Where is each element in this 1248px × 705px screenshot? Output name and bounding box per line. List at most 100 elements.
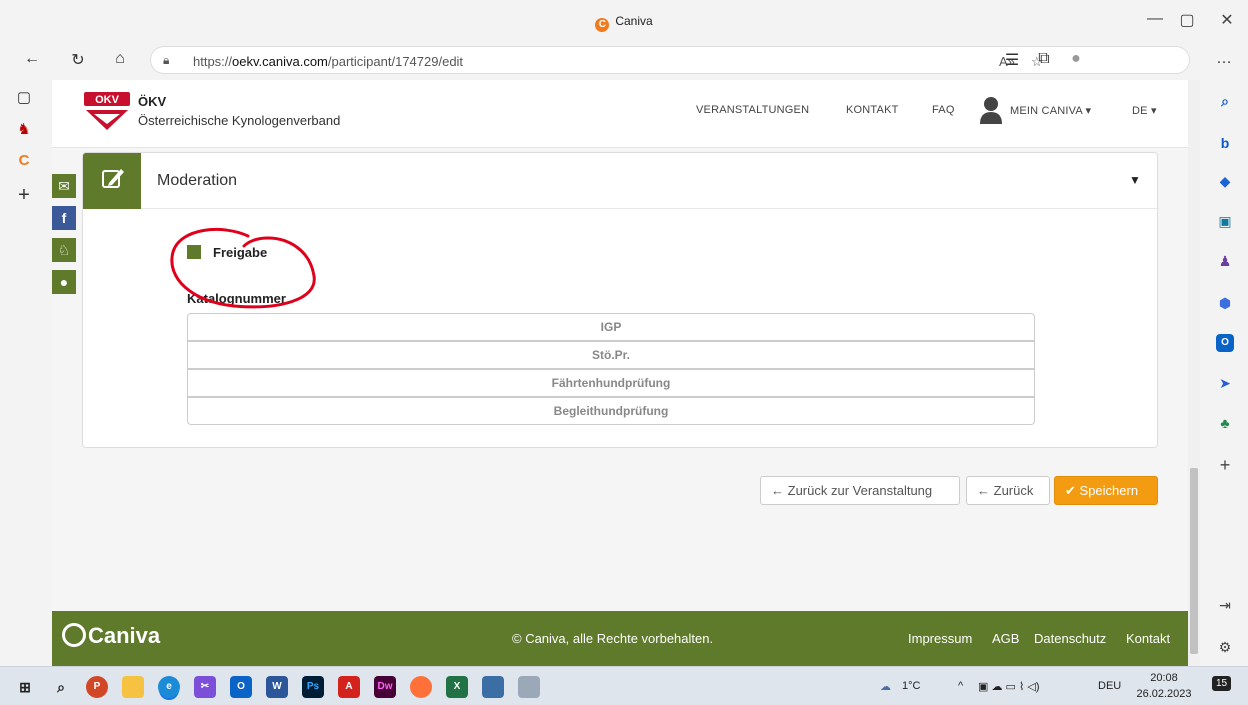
- tree-icon[interactable]: ♣: [1216, 414, 1234, 432]
- input-language[interactable]: DEU: [1098, 680, 1121, 692]
- browser-right-sidebar: ⌕ b ◆ ▣ ♟ ⬢ O ➤ ♣ + ⇥ ⚙: [1200, 80, 1248, 666]
- shopping-tag-icon[interactable]: ◆: [1216, 172, 1234, 190]
- outlook-taskbar-icon[interactable]: O: [230, 676, 252, 698]
- footer-link-datenschutz[interactable]: Datenschutz: [1034, 631, 1106, 646]
- card-icon-box: [83, 153, 141, 209]
- caniva-logo-icon: [62, 623, 86, 647]
- back-arrow-icon[interactable]: ←: [20, 50, 44, 68]
- brand-name: ÖKV: [138, 94, 167, 109]
- settings-gear-icon[interactable]: ⚙: [1216, 638, 1234, 656]
- page-scrollbar[interactable]: [1188, 80, 1200, 666]
- katalognummer-label: Katalognummer: [187, 291, 286, 306]
- user-icon[interactable]: [980, 96, 1002, 124]
- arrow-left-icon: ←: [977, 483, 990, 498]
- close-button[interactable]: ✕: [1212, 10, 1242, 30]
- brand-subtitle: Österreichische Kynologenverband: [138, 113, 341, 128]
- dreamweaver-icon[interactable]: Dw: [374, 676, 396, 698]
- mail-share-icon[interactable]: ✉: [52, 174, 76, 198]
- add-sidebar-icon[interactable]: +: [1216, 456, 1234, 474]
- clock-date[interactable]: 26.02.2023: [1134, 688, 1194, 700]
- refresh-icon[interactable]: ↻: [66, 50, 90, 70]
- caniva-tab-icon[interactable]: C: [14, 152, 34, 172]
- svg-text:OKV: OKV: [95, 94, 120, 106]
- browser-left-sidebar: ▢ ♞ C +: [0, 80, 48, 666]
- list-item-begleithund[interactable]: Begleithundprüfung: [187, 397, 1035, 425]
- nav-faq[interactable]: FAQ: [932, 104, 955, 116]
- footer-link-agb[interactable]: AGB: [992, 631, 1019, 646]
- edit-icon: [102, 169, 124, 188]
- more-menu-icon[interactable]: …: [1212, 50, 1236, 68]
- file-explorer-icon[interactable]: [122, 676, 144, 698]
- footer-logo[interactable]: Caniva: [62, 623, 160, 649]
- url-text: https://oekv.caniva.com/participant/1747…: [193, 54, 464, 69]
- footer-link-kontakt[interactable]: Kontakt: [1126, 631, 1170, 646]
- nav-veranstaltungen[interactable]: VERANSTALTUNGEN: [696, 104, 809, 116]
- taskbar-search-icon[interactable]: ⌕: [50, 676, 72, 698]
- minimize-button[interactable]: —: [1140, 10, 1170, 28]
- excel-icon[interactable]: X: [446, 676, 468, 698]
- games-icon[interactable]: ♟: [1216, 252, 1234, 270]
- restore-button[interactable]: ▢: [1172, 10, 1202, 30]
- nav-mein-caniva[interactable]: MEIN CANIVA ▾: [1010, 104, 1091, 117]
- window-title: C Caniva: [0, 14, 1248, 32]
- nav-kontakt[interactable]: KONTAKT: [846, 104, 899, 116]
- save-button[interactable]: ✔ Speichern: [1054, 476, 1158, 505]
- weather-icon: ☁: [880, 681, 891, 693]
- window-titlebar: C Caniva — ▢ ✕: [0, 0, 1248, 44]
- list-item-stopr[interactable]: Stö.Pr.: [187, 341, 1035, 369]
- outlook-icon[interactable]: O: [1216, 334, 1234, 352]
- tab-actions-icon[interactable]: ▢: [14, 88, 34, 108]
- arrow-left-icon: ←: [771, 483, 784, 498]
- moderation-card-header[interactable]: Moderation ▼: [83, 153, 1159, 209]
- tray-icons[interactable]: ▣ ☁ ▭ ⌇ ◁): [978, 680, 1040, 693]
- moderation-card: Moderation ▼ Freigabe Katalognummer IGP …: [82, 152, 1159, 448]
- image-viewer-icon[interactable]: [518, 676, 540, 698]
- word-icon[interactable]: W: [266, 676, 288, 698]
- favorites-bar-icon[interactable]: ☰: [1000, 50, 1024, 70]
- scrollbar-thumb[interactable]: [1190, 468, 1198, 654]
- tools-icon[interactable]: ▣: [1216, 212, 1234, 230]
- site-footer: Caniva © Caniva, alle Rechte vorbehalten…: [52, 611, 1188, 666]
- bing-icon[interactable]: b: [1216, 134, 1234, 152]
- oekv-logo-icon: OKV: [84, 92, 130, 130]
- dog-share-icon[interactable]: ♘: [52, 238, 76, 262]
- oekv-tab-icon[interactable]: ♞: [14, 120, 34, 140]
- nav-language[interactable]: DE ▾: [1132, 104, 1157, 117]
- sidebar-split-icon[interactable]: ⇥: [1216, 596, 1234, 614]
- facebook-share-icon[interactable]: f: [52, 206, 76, 230]
- collections-icon[interactable]: ⧉: [1032, 50, 1056, 68]
- list-item-igp[interactable]: IGP: [187, 313, 1035, 341]
- notifications-badge[interactable]: 15: [1212, 676, 1232, 691]
- caniva-favicon-icon: C: [595, 18, 610, 32]
- new-tab-icon[interactable]: +: [14, 184, 34, 206]
- freigabe-checkbox[interactable]: [187, 245, 201, 259]
- edge-icon[interactable]: e: [158, 676, 180, 698]
- home-icon[interactable]: ⌂: [108, 50, 132, 68]
- clock-time[interactable]: 20:08: [1140, 672, 1188, 684]
- back-to-event-button[interactable]: ← Zurück zur Veranstaltung: [760, 476, 960, 505]
- page-viewport: OKV ÖKV Österreichische Kynologenverband…: [52, 80, 1188, 666]
- card-title: Moderation: [157, 172, 238, 189]
- footer-copyright: © Caniva, alle Rechte vorbehalten.: [512, 631, 714, 646]
- send-icon[interactable]: ➤: [1216, 374, 1234, 392]
- photo-app-icon[interactable]: [482, 676, 504, 698]
- windows-taskbar: ⊞ ⌕ P e ✂ O W Ps A Dw X ☁ 1°C ^ ▣ ☁ ▭ ⌇ …: [0, 666, 1248, 705]
- windows-start-icon[interactable]: ⊞: [14, 676, 36, 698]
- office-icon[interactable]: ⬢: [1216, 294, 1234, 312]
- search-icon[interactable]: ⌕: [1216, 92, 1234, 110]
- weather-temp[interactable]: 1°C: [902, 680, 920, 692]
- powerpoint-icon[interactable]: P: [86, 676, 108, 698]
- check-icon: ✔: [1065, 483, 1076, 498]
- list-item-faehrtenhund[interactable]: Fährtenhundprüfung: [187, 369, 1035, 397]
- collapse-caret-icon[interactable]: ▼: [1129, 173, 1141, 187]
- footer-link-impressum[interactable]: Impressum: [908, 631, 972, 646]
- lock-icon: 🔒︎: [163, 53, 170, 67]
- firefox-icon[interactable]: [410, 676, 432, 698]
- snip-icon[interactable]: ✂: [194, 676, 216, 698]
- back-button[interactable]: ← Zurück: [966, 476, 1050, 505]
- photoshop-icon[interactable]: Ps: [302, 676, 324, 698]
- tray-overflow-icon[interactable]: ^: [958, 680, 963, 692]
- tip-share-icon[interactable]: ●: [52, 270, 76, 294]
- profile-icon[interactable]: ●: [1064, 50, 1088, 68]
- acrobat-icon[interactable]: A: [338, 676, 360, 698]
